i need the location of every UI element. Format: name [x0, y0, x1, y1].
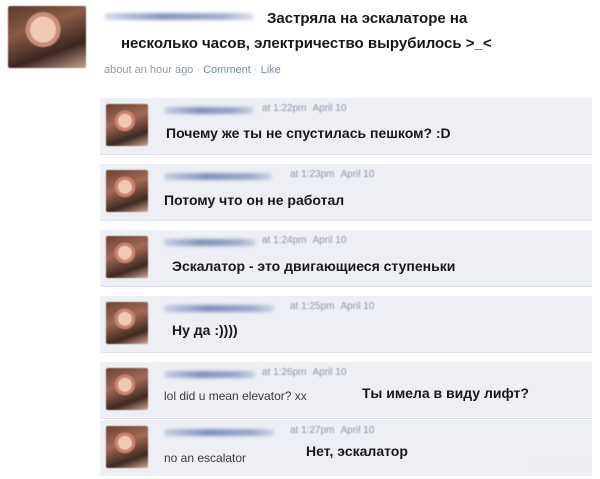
comment-timestamp[interactable]: at 1:25pm April 10: [290, 301, 374, 312]
post-timestamp[interactable]: about an hour ago: [104, 64, 193, 76]
commenter-avatar[interactable]: [106, 368, 148, 410]
comment-item: at 1:23pm April 10 Потому что он не работ…: [100, 164, 592, 221]
commenter-name[interactable]: [164, 107, 254, 114]
comment-original-text: lol did u mean elevator? xx: [164, 389, 307, 403]
comment-item: at 1:22pm April 10 Почему же ты не спусти…: [100, 98, 592, 155]
comment-link[interactable]: Comment: [203, 64, 251, 76]
meta-separator: ·: [253, 64, 258, 76]
commenter-avatar[interactable]: [106, 236, 148, 278]
comment-timestamp[interactable]: at 1:26pm April 10: [262, 367, 346, 378]
comment-timestamp[interactable]: at 1:27pm April 10: [290, 425, 374, 436]
commenter-name[interactable]: [164, 173, 272, 180]
like-link[interactable]: Like: [261, 64, 281, 76]
comment-original-text: no an escalator: [164, 451, 247, 465]
commenter-avatar[interactable]: [106, 302, 148, 344]
comment-timestamp[interactable]: at 1:24pm April 10: [262, 235, 346, 246]
commenter-name[interactable]: [164, 429, 274, 436]
commenter-name[interactable]: [164, 305, 274, 312]
post-text-line-2: несколько часов, электричество вырубилос…: [121, 35, 492, 52]
post-author-avatar[interactable]: [8, 6, 86, 68]
commenter-avatar[interactable]: [106, 104, 148, 146]
commenter-name[interactable]: [164, 371, 256, 378]
comment-item: at 1:24pm April 10 Эскалатор - это двигаю…: [100, 230, 592, 287]
commenter-name[interactable]: [164, 239, 256, 246]
meta-separator: ·: [196, 64, 201, 76]
post-meta: about an hour ago · Comment · Like: [104, 64, 281, 76]
comment-timestamp[interactable]: at 1:23pm April 10: [290, 169, 374, 180]
comment-text: Почему же ты не спустилась пешком? :D: [166, 125, 451, 141]
comment-timestamp[interactable]: at 1:22pm April 10: [262, 103, 346, 114]
post-text-line-1: Застряла на эскалаторе на: [267, 10, 468, 27]
watermark: [530, 459, 590, 465]
comment-text: Ну да :)))): [172, 322, 238, 338]
comment-item: at 1:25pm April 10 Ну да :)))): [100, 296, 592, 353]
commenter-avatar[interactable]: [106, 426, 148, 468]
comment-text: Ты имела в виду лифт?: [362, 385, 529, 401]
post-author-name[interactable]: [104, 13, 254, 20]
commenter-avatar[interactable]: [106, 170, 148, 212]
comment-text: Потому что он не работал: [164, 192, 345, 208]
comment-item: at 1:26pm April 10 lol did u mean elevato…: [100, 362, 592, 419]
comment-item: at 1:27pm April 10 no an escalator Нет, э…: [100, 420, 592, 476]
comment-text: Эскалатор - это двигающиеся ступеньки: [172, 258, 456, 274]
comment-text: Нет, эскалатор: [306, 443, 408, 459]
